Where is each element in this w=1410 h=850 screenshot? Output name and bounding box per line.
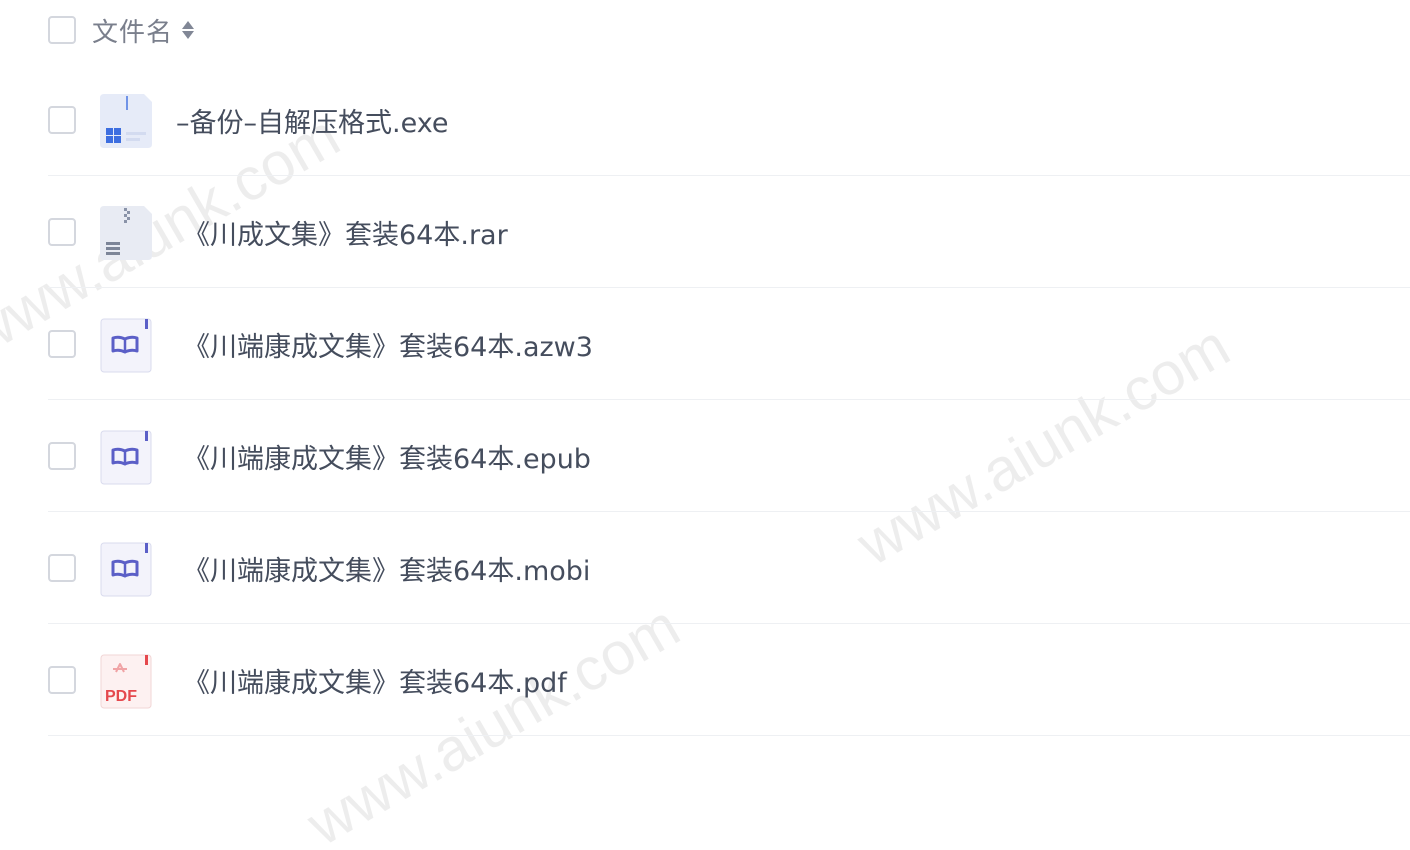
file-name[interactable]: 《川端康成文集》套装64本.epub	[183, 400, 591, 512]
file-name[interactable]: 《川端康成文集》套装64本.pdf	[183, 624, 567, 736]
pdf-file-icon: PDF	[100, 654, 152, 709]
row-checkbox[interactable]	[48, 665, 76, 694]
file-list-page: www.aiunk.com www.aiunk.com www.aiunk.co…	[0, 0, 1410, 850]
file-name[interactable]: –备份–自解压格式.exe	[176, 64, 448, 176]
row-checkbox[interactable]	[48, 553, 76, 582]
file-row[interactable]: –备份–自解压格式.exe	[48, 64, 1410, 176]
file-row[interactable]: 《川成文集》套装64本.rar	[48, 176, 1410, 288]
rar-archive-icon	[100, 206, 152, 260]
row-checkbox[interactable]	[48, 105, 76, 134]
row-checkbox[interactable]	[48, 329, 76, 358]
ebook-icon	[100, 430, 152, 485]
watermark: www.aiunk.com	[526, 0, 921, 9]
file-row[interactable]: 《川端康成文集》套装64本.mobi	[48, 512, 1410, 624]
file-name[interactable]: 《川端康成文集》套装64本.azw3	[183, 288, 593, 400]
file-list-header: 文件名	[48, 10, 195, 50]
select-all-checkbox[interactable]	[48, 16, 76, 44]
svg-text:PDF: PDF	[105, 688, 137, 705]
ebook-icon	[100, 542, 152, 597]
file-row[interactable]: 《川端康成文集》套装64本.epub	[48, 400, 1410, 512]
ebook-icon	[100, 318, 152, 373]
row-checkbox[interactable]	[48, 441, 76, 470]
file-list: –备份–自解压格式.exe 《川成文集》套装64本.rar 《川端康成文集》套装…	[48, 64, 1410, 736]
file-name[interactable]: 《川成文集》套装64本.rar	[183, 176, 508, 288]
filename-column-header[interactable]: 文件名	[92, 12, 173, 49]
exe-file-icon	[100, 94, 152, 148]
file-row[interactable]: 《川端康成文集》套装64本.azw3	[48, 288, 1410, 400]
row-checkbox[interactable]	[48, 217, 76, 246]
file-name[interactable]: 《川端康成文集》套装64本.mobi	[183, 512, 590, 624]
sort-icon[interactable]	[181, 18, 195, 42]
file-row[interactable]: PDF 《川端康成文集》套装64本.pdf	[48, 624, 1410, 736]
